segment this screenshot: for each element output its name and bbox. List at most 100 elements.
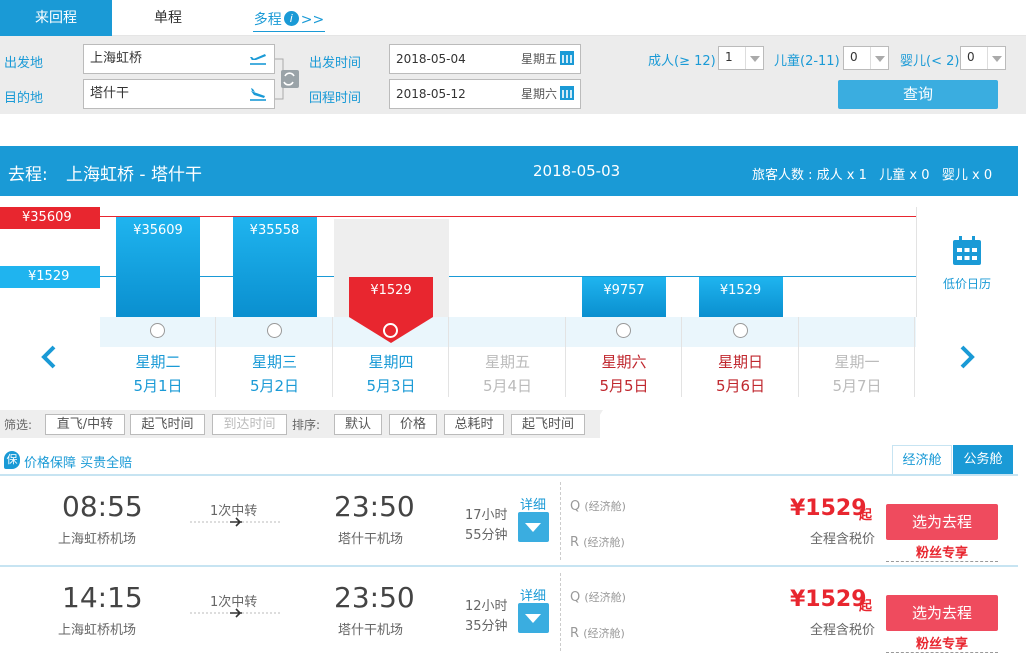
infant-select[interactable]: 0 (960, 46, 1006, 70)
to-input[interactable]: 塔什干 (83, 79, 275, 109)
tab-oneway[interactable]: 单程 (112, 0, 224, 36)
select-outbound-button[interactable]: 选为去程 (886, 504, 998, 540)
query-button[interactable]: 查询 (838, 80, 998, 109)
depart-time: 08:55 (62, 490, 143, 523)
return-date-input[interactable]: 2018-05-12 星期六 (389, 79, 581, 109)
arrive-airport: 塔什干机场 (338, 532, 404, 547)
cabin-r-code: R (570, 626, 580, 641)
takeoff-icon (250, 54, 266, 65)
lowprice-calendar-label: 低价日历 (943, 277, 992, 291)
tab-multi[interactable]: 多程 i >> (253, 8, 325, 32)
day-cells: 星期二 5月1日 星期三 5月2日 星期四 5月3日 星期五 5月4日 星期六 5月5日 星期日 5月… (100, 207, 916, 397)
to-label: 目的地 (4, 91, 44, 106)
select-outbound-button[interactable]: 选为去程 (886, 595, 998, 631)
adult-select[interactable]: 1 (718, 46, 764, 70)
next-week-button[interactable] (916, 317, 1018, 397)
plane-icon (190, 517, 282, 527)
depart-label: 出发时间 (309, 56, 362, 71)
sort-default-button[interactable]: 默认 (334, 414, 382, 435)
lowprice-calendar[interactable]: 低价日历 (916, 207, 1018, 317)
chevron-down-icon (987, 47, 1005, 69)
day-radio[interactable] (150, 323, 165, 338)
day-date: 5月1日 (133, 377, 183, 395)
cabin-q-code: Q (570, 499, 581, 514)
child-label: 儿童(2-11) (774, 54, 840, 69)
depart-date-input[interactable]: 2018-05-04 星期五 (389, 44, 581, 74)
sort-takeoff-button[interactable]: 起飞时间 (511, 414, 585, 435)
prev-week-button[interactable] (0, 317, 100, 397)
depart-airport: 上海虹桥机场 (58, 532, 137, 547)
flight-row: 08:55 上海虹桥机场 1次中转 23:50 塔什干机场 17小时 55分钟 … (0, 474, 1018, 564)
day-weekday: 星期三 (251, 353, 297, 371)
arrive-time: 23:50 (334, 581, 415, 614)
day-radio[interactable] (616, 323, 631, 338)
filter-depart-time-button[interactable]: 起飞时间 (130, 414, 205, 435)
cabin-q-name: (经济舱) (584, 500, 626, 513)
chevron-down-icon (870, 47, 888, 69)
trip-type-tabs: 来回程 单程 多程 i >> (0, 0, 1026, 36)
min-price-label: ¥1529 (0, 266, 100, 288)
day-cell[interactable]: 星期二 5月1日 (100, 317, 216, 397)
day-radio[interactable] (732, 323, 748, 338)
cabin-q-code: Q (570, 590, 581, 605)
detail-link[interactable]: 详细 (520, 585, 546, 604)
price-calendar-chart: ¥35609 ¥1529 ¥35609 ¥35558 ¥1529 ¥9757 ¥1529… (0, 207, 1018, 397)
divider (560, 573, 561, 651)
sort-duration-button[interactable]: 总耗时 (444, 414, 504, 435)
day-weekday: 星期日 (717, 353, 763, 371)
filter-bar-tail (585, 410, 603, 438)
filter-arrive-time-button[interactable]: 到达时间 (212, 414, 287, 435)
fans-exclusive-tag: 粉丝专享 (886, 542, 998, 562)
day-weekday: 星期六 (601, 353, 647, 371)
day-radio[interactable] (383, 323, 398, 338)
cabin-r-code: R (570, 535, 580, 550)
detail-link[interactable]: 详细 (520, 494, 546, 513)
swap-icon[interactable] (275, 58, 303, 100)
child-value: 0 (850, 50, 858, 64)
child-select[interactable]: 0 (843, 46, 889, 70)
to-value: 塔什干 (90, 86, 130, 101)
cabin-q: Q (经济舱) (570, 589, 626, 605)
day-date: 5月3日 (366, 377, 416, 395)
duration-minutes: 55分钟 (465, 528, 508, 543)
route-prefix: 去程: (8, 165, 48, 185)
info-icon[interactable]: i (283, 11, 299, 26)
tab-economy[interactable]: 经济舱 (892, 445, 952, 475)
chevron-right-icon (960, 345, 975, 369)
duration-hours: 12小时 (465, 599, 508, 614)
price: ¥1529 (790, 496, 867, 521)
from-label: 出发地 (4, 56, 44, 71)
sort-label: 排序: (292, 418, 321, 432)
return-date: 2018-05-12 (396, 87, 466, 101)
day-weekday: 星期五 (484, 353, 530, 371)
day-date: 5月4日 (482, 377, 533, 395)
chevron-down-icon (525, 614, 541, 623)
day-cell[interactable]: 星期日 5月6日 (683, 317, 799, 397)
guarantee-text[interactable]: 价格保障 买贵全赔 (24, 452, 132, 471)
day-cell: 星期一 5月7日 (799, 317, 915, 397)
expand-button[interactable] (518, 512, 549, 542)
day-date: 5月5日 (599, 377, 649, 395)
chevron-left-icon (41, 345, 56, 369)
adult-label: 成人(≥ 12) (648, 54, 716, 69)
from-input[interactable]: 上海虹桥 (83, 44, 275, 74)
depart-date: 2018-05-04 (396, 52, 466, 66)
cabin-r: R (经济舱) (570, 625, 625, 641)
day-cell[interactable]: 星期六 5月5日 (566, 317, 682, 397)
sort-price-button[interactable]: 价格 (389, 414, 437, 435)
filter-direct-button[interactable]: 直飞/中转 (45, 414, 125, 435)
arrive-airport: 塔什干机场 (338, 623, 404, 638)
day-radio[interactable] (266, 323, 282, 338)
expand-button[interactable] (518, 603, 549, 633)
day-cell[interactable]: 星期三 5月2日 (217, 317, 333, 397)
tab-roundtrip[interactable]: 来回程 (0, 0, 112, 36)
calendar-icon (560, 86, 574, 100)
day-weekday: 星期一 (834, 353, 880, 371)
price-suffix: 起 (859, 599, 873, 614)
cabin-r-name: (经济舱) (583, 536, 625, 549)
calendar-icon (560, 51, 574, 65)
tab-business[interactable]: 公务舱 (953, 445, 1013, 475)
route-date: 2018-05-03 (533, 162, 621, 180)
day-date: 5月7日 (832, 377, 882, 395)
cabin-q: Q (经济舱) (570, 498, 626, 514)
